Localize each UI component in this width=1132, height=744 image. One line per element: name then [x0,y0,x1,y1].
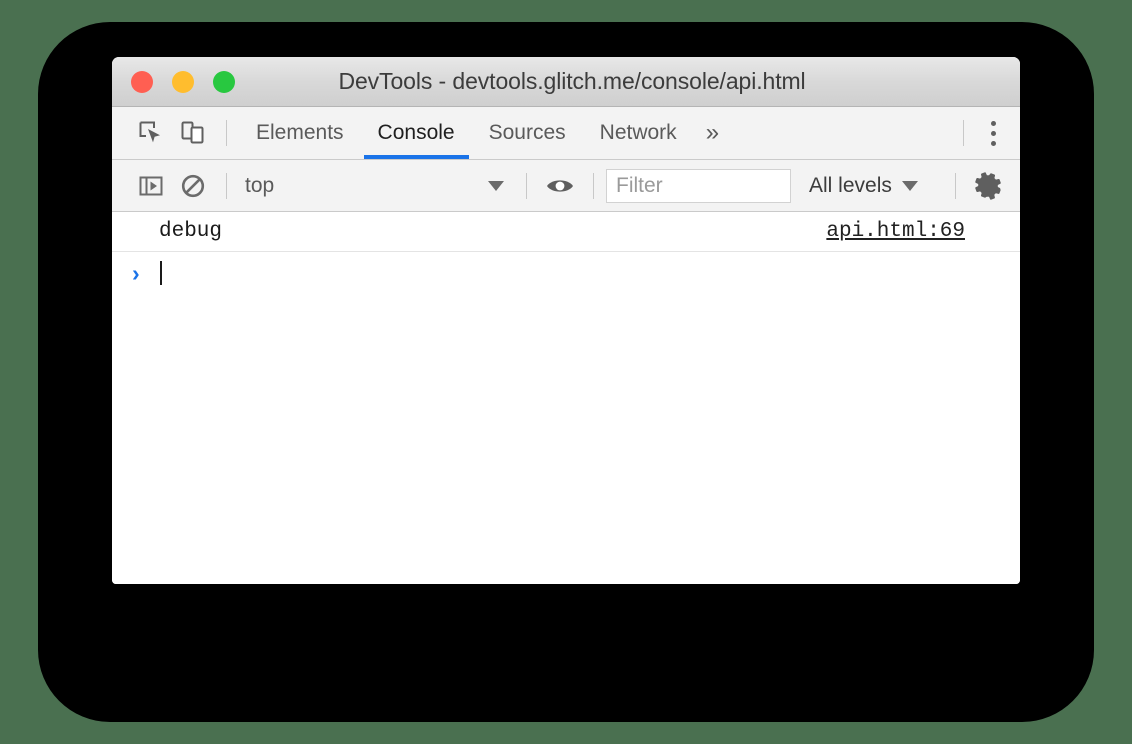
console-prompt-caret [160,261,162,285]
console-message-list[interactable]: debug api.html:69 › [112,212,1020,584]
dot-1 [990,120,996,126]
console-message-source-link[interactable]: api.html:69 [826,220,1008,243]
dot-3 [990,140,996,146]
traffic-light-group [131,57,235,106]
console-toolbar-divider-4 [955,172,956,199]
execution-context-value: top [245,173,275,197]
console-message-row[interactable]: debug api.html:69 [112,212,1020,252]
clear-console-icon[interactable] [172,165,214,207]
console-toolbar: top Filter All levels [112,160,1020,212]
close-window-button[interactable] [131,70,153,93]
more-tabs-icon[interactable]: » [694,107,731,159]
tab-network[interactable]: Network [583,107,694,159]
chevron-down-icon [488,180,504,191]
live-expression-eye-icon[interactable] [539,165,581,207]
window-title: DevTools - devtools.glitch.me/console/ap… [338,68,806,94]
vertical-dots-icon[interactable] [976,113,1010,153]
log-level-dropdown[interactable]: All levels [799,169,928,203]
window-titlebar: DevTools - devtools.glitch.me/console/ap… [112,57,1020,107]
dot-2 [990,130,996,136]
devtools-tabbar: Elements Console Sources Network » [112,107,1020,160]
console-toolbar-divider-1 [226,172,227,199]
tab-sources[interactable]: Sources [472,107,583,159]
tab-console[interactable]: Console [361,107,472,159]
console-message-text: debug [159,220,223,243]
maximize-window-button[interactable] [213,70,235,93]
console-sidebar-icon[interactable] [130,165,172,207]
device-toolbar-icon[interactable] [172,112,214,154]
tab-elements-label: Elements [256,121,344,144]
tabbar-divider [226,120,227,146]
console-toolbar-divider-2 [526,172,527,199]
minimize-window-button[interactable] [172,70,194,93]
tab-sources-label: Sources [488,121,566,144]
console-prompt-chevron-icon: › [132,259,140,286]
tab-console-label: Console [377,121,455,144]
console-toolbar-divider-3 [593,172,594,199]
execution-context-dropdown[interactable]: top [239,169,514,203]
tab-network-label: Network [599,121,677,144]
devtools-window: DevTools - devtools.glitch.me/console/ap… [112,57,1020,584]
console-prompt-row[interactable]: › [112,252,1020,294]
chevron-down-icon [901,180,918,191]
more-tabs-label: » [705,119,720,146]
filter-input[interactable]: Filter [606,168,791,203]
filter-placeholder: Filter [616,173,663,197]
tab-elements[interactable]: Elements [239,107,361,159]
tabbar-divider-right [963,120,964,146]
log-level-value: All levels [809,173,892,197]
gear-icon[interactable] [968,165,1010,207]
inspect-element-icon[interactable] [130,112,172,154]
